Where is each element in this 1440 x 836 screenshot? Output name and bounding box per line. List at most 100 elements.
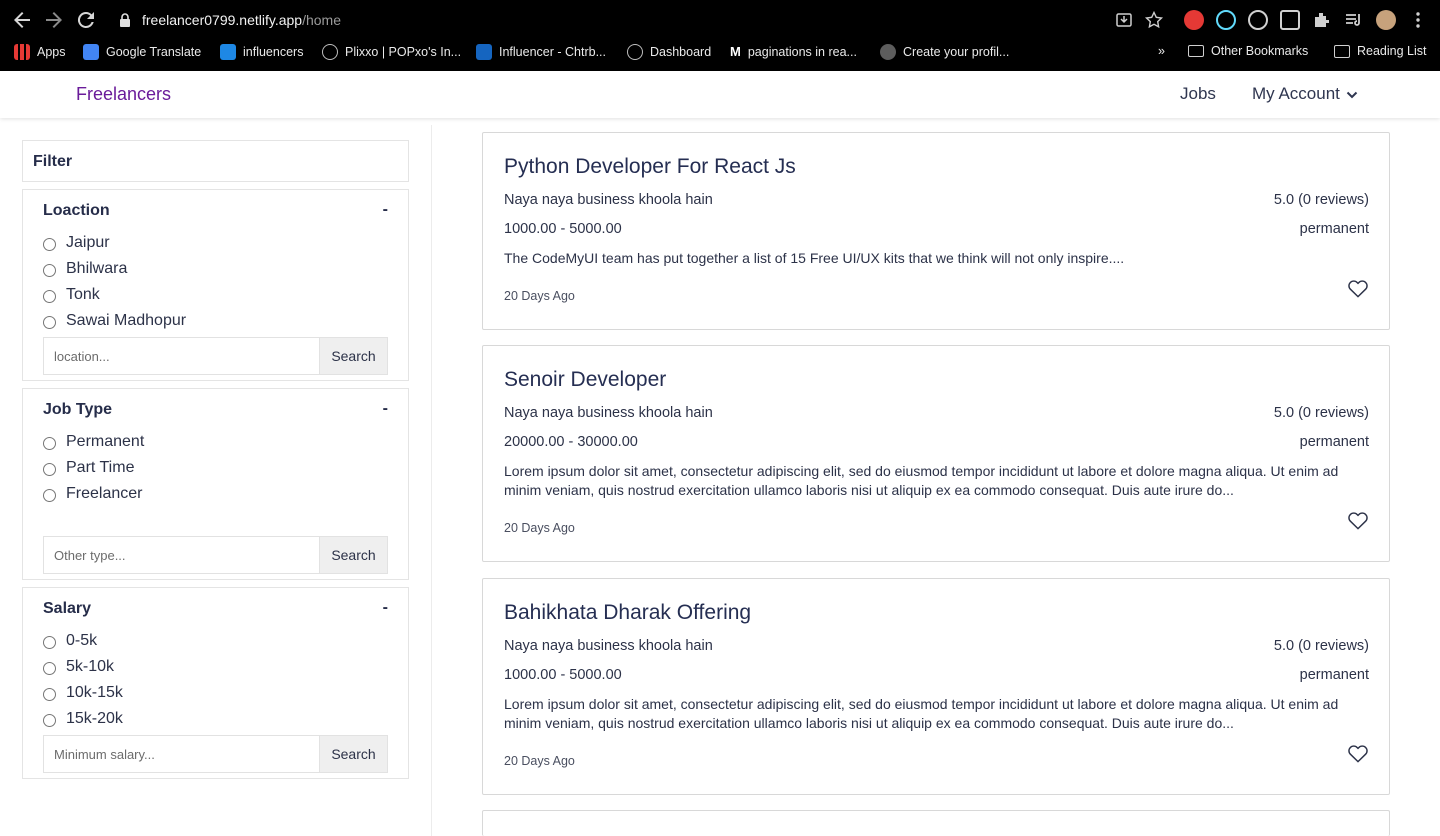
salary-search-input[interactable] xyxy=(44,736,319,772)
option-label: Bhilwara xyxy=(66,260,128,277)
job-type: permanent xyxy=(1299,434,1369,450)
job-type-search-input[interactable] xyxy=(44,537,319,573)
location-collapse-toggle[interactable]: - xyxy=(383,201,388,219)
bookmark-paginations[interactable]: Mpaginations in rea... xyxy=(730,44,857,60)
bookmark-create-profile[interactable]: Create your profil... xyxy=(880,44,1009,60)
media-icon[interactable] xyxy=(1344,10,1364,30)
bookmark-influencer-chtrb[interactable]: Influencer - Chtrb... xyxy=(476,44,606,60)
globe-icon xyxy=(322,44,338,60)
radio-icon[interactable] xyxy=(43,713,56,727)
reading-list[interactable]: Reading List xyxy=(1334,44,1427,58)
job-card-partial[interactable] xyxy=(482,810,1390,836)
radio-icon[interactable] xyxy=(43,289,56,303)
location-option-jaipur[interactable]: Jaipur xyxy=(43,234,110,252)
option-label: 0-5k xyxy=(66,632,98,649)
radio-icon[interactable] xyxy=(43,263,56,277)
location-title: Loaction xyxy=(43,202,110,219)
install-icon[interactable] xyxy=(1114,10,1134,30)
job-card[interactable]: Senoir Developer Naya naya business khoo… xyxy=(482,345,1390,562)
job-type-collapse-toggle[interactable]: - xyxy=(383,400,388,418)
job-type-option-part-time[interactable]: Part Time xyxy=(43,459,134,477)
bookmark-label: Dashboard xyxy=(650,45,712,59)
reading-list-icon xyxy=(1334,44,1350,58)
chevron-down-icon xyxy=(1346,91,1358,98)
heart-icon[interactable] xyxy=(1347,510,1369,530)
job-salary: 1000.00 - 5000.00 xyxy=(504,667,622,683)
location-option-tonk[interactable]: Tonk xyxy=(43,286,100,304)
reload-icon[interactable] xyxy=(74,8,98,32)
radio-icon[interactable] xyxy=(43,237,56,251)
bookmarks-overflow[interactable]: » xyxy=(1158,44,1165,58)
job-type: permanent xyxy=(1299,221,1369,237)
react-devtools-icon[interactable] xyxy=(1216,10,1236,30)
star-icon[interactable] xyxy=(1144,10,1164,30)
salary-option-0-5k[interactable]: 0-5k xyxy=(43,632,97,650)
job-type-search-button[interactable]: Search xyxy=(319,537,387,573)
extension-c-icon[interactable] xyxy=(1280,10,1300,30)
option-label: Sawai Madhopur xyxy=(66,312,187,329)
address-bar[interactable]: freelancer0799.netlify.app/home xyxy=(106,6,1176,34)
forward-icon[interactable] xyxy=(42,8,66,32)
salary-search-button[interactable]: Search xyxy=(319,736,387,772)
job-title[interactable]: Senoir Developer xyxy=(504,368,666,392)
heart-icon[interactable] xyxy=(1347,743,1369,763)
brand-link[interactable]: Freelancers xyxy=(76,84,171,105)
bookmark-google-translate[interactable]: Google Translate xyxy=(83,44,201,60)
salary-filter: Salary - 0-5k 5k-10k 10k-15k 15k-20k Sea… xyxy=(22,587,409,779)
bookmark-plixxo[interactable]: Plixxo | POPxo's In... xyxy=(322,44,461,60)
my-account-dropdown[interactable]: My Account xyxy=(1252,84,1358,104)
location-option-bhilwara[interactable]: Bhilwara xyxy=(43,260,127,278)
bookmarks-bar: Apps Google Translate influencers Plixxo… xyxy=(0,40,1440,64)
extension-red-icon[interactable] xyxy=(1184,10,1204,30)
avatar-icon[interactable] xyxy=(1376,10,1396,30)
job-title[interactable]: Bahikhata Dharak Offering xyxy=(504,601,751,625)
radio-icon[interactable] xyxy=(43,462,56,476)
option-label: Freelancer xyxy=(66,485,143,502)
filter-header: Filter xyxy=(22,140,409,182)
bookmark-dashboard[interactable]: Dashboard xyxy=(627,44,711,60)
bookmark-label: Google Translate xyxy=(106,45,202,59)
overflow-label: » xyxy=(1158,44,1165,58)
salary-option-15k-20k[interactable]: 15k-20k xyxy=(43,710,123,728)
kebab-menu-icon[interactable] xyxy=(1408,10,1428,30)
job-type-option-permanent[interactable]: Permanent xyxy=(43,433,144,451)
location-search-input[interactable] xyxy=(44,338,319,374)
location-search-button[interactable]: Search xyxy=(319,338,387,374)
extension-target-icon[interactable] xyxy=(1248,10,1268,30)
option-label: 5k-10k xyxy=(66,658,115,675)
option-label: Permanent xyxy=(66,433,145,450)
nav-jobs-link[interactable]: Jobs xyxy=(1180,84,1216,104)
heart-icon[interactable] xyxy=(1347,278,1369,298)
job-type-option-freelancer[interactable]: Freelancer xyxy=(43,485,142,503)
job-card[interactable]: Bahikhata Dharak Offering Naya naya busi… xyxy=(482,578,1390,795)
bookmark-influencers[interactable]: influencers xyxy=(220,44,303,60)
location-option-sawai-madhopur[interactable]: Sawai Madhopur xyxy=(43,312,186,330)
job-title[interactable]: Python Developer For React Js xyxy=(504,155,796,179)
salary-option-10k-15k[interactable]: 10k-15k xyxy=(43,684,123,702)
job-description: Lorem ipsum dolor sit amet, consectetur … xyxy=(504,696,1339,731)
salary-collapse-toggle[interactable]: - xyxy=(383,599,388,617)
radio-icon[interactable] xyxy=(43,687,56,701)
salary-search-row: Search xyxy=(43,735,388,773)
other-bookmarks[interactable]: Other Bookmarks xyxy=(1188,44,1308,58)
back-icon[interactable] xyxy=(10,8,34,32)
influencers-icon xyxy=(220,44,236,60)
radio-icon[interactable] xyxy=(43,635,56,649)
job-type-filter: Job Type - Permanent Part Time Freelance… xyxy=(22,388,409,580)
job-rating: 5.0 (0 reviews) xyxy=(1273,192,1369,208)
bookmark-label: Influencer - Chtrb... xyxy=(499,45,606,59)
puzzle-icon[interactable] xyxy=(1312,10,1332,30)
job-salary: 1000.00 - 5000.00 xyxy=(504,221,622,237)
job-description: Lorem ipsum dolor sit amet, consectetur … xyxy=(504,463,1339,498)
radio-icon[interactable] xyxy=(43,488,56,502)
radio-icon[interactable] xyxy=(43,436,56,450)
location-search-row: Search xyxy=(43,337,388,375)
sidebar-divider xyxy=(431,125,432,836)
radio-icon[interactable] xyxy=(43,661,56,675)
radio-icon[interactable] xyxy=(43,315,56,329)
bookmark-apps[interactable]: Apps xyxy=(14,44,66,60)
location-filter: Loaction - Jaipur Bhilwara Tonk Sawai Ma… xyxy=(22,189,409,381)
other-bookmarks-label: Other Bookmarks xyxy=(1211,44,1309,58)
job-card[interactable]: Python Developer For React Js Naya naya … xyxy=(482,132,1390,330)
salary-option-5k-10k[interactable]: 5k-10k xyxy=(43,658,114,676)
